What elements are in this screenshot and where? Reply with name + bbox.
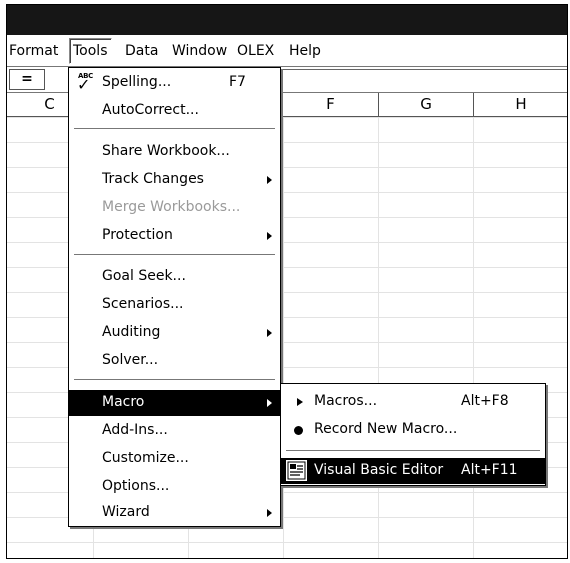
menu-item-solver[interactable]: Solver... xyxy=(69,348,280,374)
menu-item-macro[interactable]: Macro xyxy=(69,390,280,416)
menu-item-label: Customize... xyxy=(102,450,189,466)
column-header-h[interactable]: H xyxy=(474,93,567,117)
title-bar xyxy=(7,5,567,35)
menu-tools[interactable]: Tools xyxy=(69,38,112,64)
menu-separator xyxy=(286,450,540,452)
menu-item-shortcut: F7 xyxy=(229,74,246,90)
column-header-f[interactable]: F xyxy=(283,93,379,117)
menu-item-scenarios[interactable]: Scenarios... xyxy=(69,292,280,318)
submenu-arrow-icon xyxy=(267,399,272,407)
formula-equals-button[interactable]: = xyxy=(9,69,45,90)
menu-item-label: Share Workbook... xyxy=(102,143,230,159)
menu-item-protection[interactable]: Protection xyxy=(69,223,280,249)
record-dot-icon xyxy=(294,426,303,435)
menu-item-label: Solver... xyxy=(102,352,159,368)
menu-item-macros[interactable]: Macros... Alt+F8 xyxy=(281,389,545,415)
visual-basic-editor-icon xyxy=(286,460,307,481)
menu-window[interactable]: Window xyxy=(172,43,227,59)
menu-item-label: Visual Basic Editor xyxy=(314,462,444,478)
macro-submenu: Macros... Alt+F8 Record New Macro... Vis… xyxy=(280,383,546,486)
menu-olex[interactable]: OLEX xyxy=(237,43,274,59)
submenu-arrow-icon xyxy=(267,509,272,517)
menu-bar: Format Tools Data Window OLEX Help xyxy=(7,35,567,67)
submenu-arrow-icon xyxy=(267,232,272,240)
menu-separator xyxy=(74,379,275,381)
menu-item-label: Protection xyxy=(102,227,173,243)
column-header-g[interactable]: G xyxy=(379,93,474,117)
tools-menu: ABC ✓ Spelling... F7 AutoCorrect... Share… xyxy=(68,67,281,527)
menu-item-merge-workbooks: Merge Workbooks... xyxy=(69,195,280,221)
menu-item-visual-basic-editor[interactable]: Visual Basic Editor Alt+F11 xyxy=(281,458,545,484)
menu-item-label: Options... xyxy=(102,478,170,494)
menu-item-label: Add-Ins... xyxy=(102,422,168,438)
menu-format[interactable]: Format xyxy=(9,43,58,59)
menu-item-options[interactable]: Options... xyxy=(69,474,280,500)
menu-item-label: Spelling... xyxy=(102,74,172,90)
menu-item-add-ins[interactable]: Add-Ins... xyxy=(69,418,280,444)
menu-item-label: Auditing xyxy=(102,324,161,340)
menu-item-auditing[interactable]: Auditing xyxy=(69,320,280,346)
menu-item-label: Wizard xyxy=(102,504,150,520)
menu-help[interactable]: Help xyxy=(289,43,321,59)
menu-item-share-workbook[interactable]: Share Workbook... xyxy=(69,139,280,165)
menu-item-label: Macros... xyxy=(314,393,378,409)
spelling-check-icon: ABC ✓ xyxy=(77,72,93,94)
menu-item-autocorrect[interactable]: AutoCorrect... xyxy=(69,98,280,124)
menu-item-label: Merge Workbooks... xyxy=(102,199,241,215)
menu-item-label: Scenarios... xyxy=(102,296,184,312)
play-triangle-icon xyxy=(297,398,303,406)
menu-item-wizard[interactable]: Wizard xyxy=(69,500,280,526)
menu-item-shortcut: Alt+F11 xyxy=(461,462,518,478)
menu-item-track-changes[interactable]: Track Changes xyxy=(69,167,280,193)
menu-item-label: Goal Seek... xyxy=(102,268,186,284)
menu-item-record-new-macro[interactable]: Record New Macro... xyxy=(281,417,545,443)
menu-item-label: Track Changes xyxy=(102,171,204,187)
menu-item-customize[interactable]: Customize... xyxy=(69,446,280,472)
menu-item-label: Macro xyxy=(102,394,145,410)
menu-item-goal-seek[interactable]: Goal Seek... xyxy=(69,264,280,290)
submenu-arrow-icon xyxy=(267,176,272,184)
menu-data[interactable]: Data xyxy=(125,43,158,59)
formula-input[interactable] xyxy=(277,69,567,90)
excel-window: Format Tools Data Window OLEX Help = C F… xyxy=(6,4,568,559)
menu-item-spelling[interactable]: ABC ✓ Spelling... F7 xyxy=(69,70,280,96)
menu-item-label: Record New Macro... xyxy=(314,421,458,437)
menu-item-shortcut: Alt+F8 xyxy=(461,393,509,409)
menu-item-label: AutoCorrect... xyxy=(102,102,199,118)
menu-separator xyxy=(74,128,275,130)
submenu-arrow-icon xyxy=(267,329,272,337)
menu-separator xyxy=(74,254,275,256)
